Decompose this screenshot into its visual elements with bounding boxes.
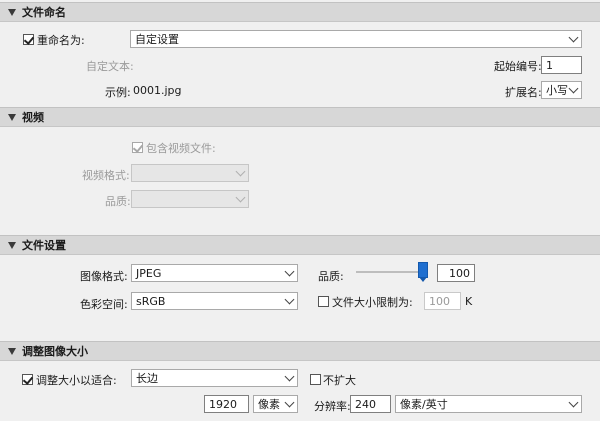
start-number-input[interactable]: 1 bbox=[541, 56, 582, 74]
no-enlarge-checkbox[interactable] bbox=[310, 374, 321, 385]
quality-slider-thumb[interactable] bbox=[418, 262, 428, 282]
video-section-header[interactable]: 视频 bbox=[0, 107, 600, 127]
resize-section-header[interactable]: 调整图像大小 bbox=[0, 341, 600, 361]
include-video-label: 包含视频文件: bbox=[146, 142, 216, 155]
quality-label: 品质: bbox=[318, 270, 344, 283]
resize-size-input[interactable]: 1920 bbox=[204, 395, 249, 413]
file-size-limit-label: 文件大小限制为: bbox=[332, 296, 413, 309]
chevron-down-icon bbox=[235, 192, 246, 203]
example-label: 示例: bbox=[105, 86, 131, 99]
file-size-limit-unit: K bbox=[465, 295, 473, 308]
image-format-select[interactable]: JPEG bbox=[131, 264, 298, 282]
rename-template-value: 自定设置 bbox=[135, 33, 179, 46]
colorspace-value: sRGB bbox=[136, 294, 166, 308]
image-format-value: JPEG bbox=[136, 266, 162, 280]
video-section-title: 视频 bbox=[22, 111, 44, 124]
resize-section-title: 调整图像大小 bbox=[22, 345, 88, 358]
file-size-limit-input[interactable]: 100 bbox=[424, 292, 461, 310]
start-number-label: 起始编号: bbox=[494, 60, 542, 73]
extension-label: 扩展名: bbox=[505, 86, 542, 99]
resize-size-unit-value: 像素 bbox=[258, 398, 280, 411]
chevron-down-icon bbox=[568, 32, 579, 43]
chevron-down-icon bbox=[284, 371, 295, 382]
chevron-down-icon bbox=[568, 397, 579, 408]
resolution-input[interactable]: 240 bbox=[350, 395, 391, 413]
rename-template-select[interactable]: 自定设置 bbox=[130, 30, 582, 48]
collapse-triangle-icon[interactable] bbox=[8, 8, 16, 16]
rename-checkbox[interactable] bbox=[23, 34, 34, 45]
resize-to-fit-label: 调整大小以适合: bbox=[36, 374, 117, 387]
file-settings-section-header[interactable]: 文件设置 bbox=[0, 235, 600, 255]
resize-to-fit-checkbox[interactable] bbox=[22, 374, 33, 385]
colorspace-label: 色彩空间: bbox=[80, 298, 128, 311]
video-quality-select[interactable] bbox=[131, 190, 249, 208]
quality-input[interactable]: 100 bbox=[437, 264, 475, 282]
collapse-triangle-icon[interactable] bbox=[8, 347, 16, 355]
resolution-unit-value: 像素/英寸 bbox=[400, 398, 448, 411]
custom-text-label: 自定文本: bbox=[86, 60, 134, 73]
resize-to-fit-select[interactable]: 长边 bbox=[131, 369, 298, 387]
resolution-label: 分辨率: bbox=[314, 400, 351, 413]
extension-select[interactable]: 小写 bbox=[541, 81, 582, 99]
resize-size-unit-select[interactable]: 像素 bbox=[253, 395, 298, 413]
no-enlarge-label: 不扩大 bbox=[323, 374, 356, 387]
video-format-label: 视频格式: bbox=[82, 169, 130, 182]
include-video-checkbox[interactable] bbox=[132, 142, 143, 153]
image-format-label: 图像格式: bbox=[80, 270, 128, 283]
chevron-down-icon bbox=[284, 266, 295, 277]
chevron-down-icon bbox=[284, 397, 295, 408]
naming-section-header[interactable]: 文件命名 bbox=[0, 2, 600, 22]
resize-to-fit-value: 长边 bbox=[136, 372, 158, 385]
file-size-limit-checkbox[interactable] bbox=[318, 296, 329, 307]
chevron-down-icon bbox=[568, 83, 579, 94]
naming-section-title: 文件命名 bbox=[22, 6, 66, 19]
collapse-triangle-icon[interactable] bbox=[8, 113, 16, 121]
file-settings-section-title: 文件设置 bbox=[22, 239, 66, 252]
resolution-unit-select[interactable]: 像素/英寸 bbox=[395, 395, 582, 413]
colorspace-select[interactable]: sRGB bbox=[131, 292, 298, 310]
video-quality-label: 品质: bbox=[105, 195, 131, 208]
chevron-down-icon bbox=[284, 294, 295, 305]
example-value: 0001.jpg bbox=[133, 84, 182, 97]
extension-value: 小写 bbox=[546, 84, 568, 97]
video-format-select[interactable] bbox=[131, 164, 249, 182]
collapse-triangle-icon[interactable] bbox=[8, 241, 16, 249]
rename-label: 重命名为: bbox=[37, 34, 85, 47]
chevron-down-icon bbox=[235, 166, 246, 177]
